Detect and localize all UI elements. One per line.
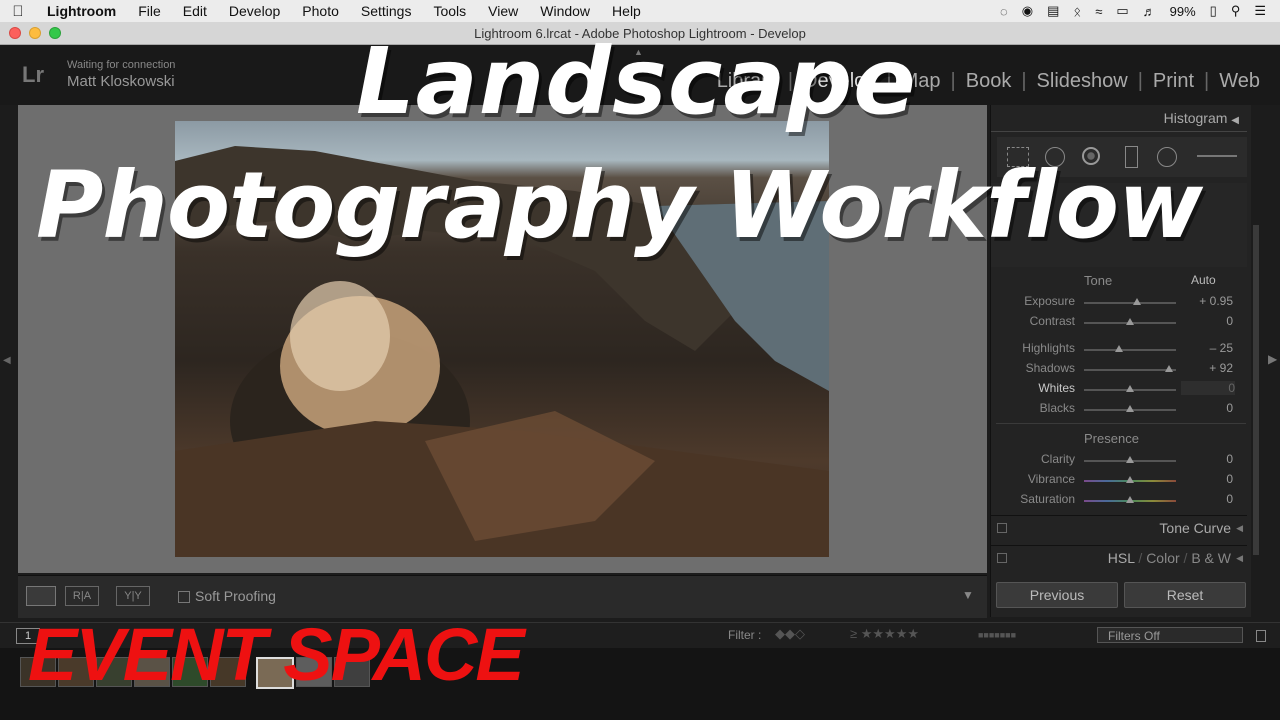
slider-label-clarity: Clarity xyxy=(1040,452,1075,466)
slider-track-highlights[interactable] xyxy=(1084,349,1176,351)
menu-view[interactable]: View xyxy=(477,3,529,19)
tone-section-title: Tone xyxy=(1084,273,1113,288)
slider-label-blacks: Blacks xyxy=(1039,401,1075,415)
wifi-icon[interactable]: ≈ xyxy=(1095,4,1102,19)
flag-filter-icons[interactable]: ◆◆◇ xyxy=(775,626,805,642)
reset-button[interactable]: Reset xyxy=(1124,582,1246,608)
loupe-view-icon[interactable] xyxy=(26,586,56,606)
slider-label-whites: Whites xyxy=(1038,381,1075,395)
module-book[interactable]: Book xyxy=(958,70,1020,93)
sync-icon[interactable]: ◌ xyxy=(1000,4,1008,19)
menu-tools[interactable]: Tools xyxy=(422,3,477,19)
menu-file[interactable]: File xyxy=(127,3,172,19)
adjustment-brush-icon[interactable] xyxy=(1197,155,1237,157)
presence-section-title: Presence xyxy=(1084,431,1139,446)
menu-app-name[interactable]: Lightroom xyxy=(36,3,127,19)
overlay-title-line1: Landscape xyxy=(356,28,917,135)
slider-value-vibrance[interactable]: 0 xyxy=(1189,472,1233,486)
airplay-icon[interactable]: ▭ xyxy=(1116,3,1128,19)
slider-value-saturation[interactable]: 0 xyxy=(1189,492,1233,506)
user-name: Matt Kloskowski xyxy=(67,73,175,90)
battery-icon[interactable]: ▯ xyxy=(1210,3,1217,19)
panel-scrollbar[interactable] xyxy=(1253,225,1259,555)
slider-label-highlights: Highlights xyxy=(1022,341,1075,355)
slider-thumb-shadows[interactable] xyxy=(1164,365,1173,372)
right-panel-toggle-icon[interactable]: ▶ xyxy=(1268,352,1277,366)
slider-label-vibrance: Vibrance xyxy=(1027,472,1075,486)
menu-develop[interactable]: Develop xyxy=(218,3,291,19)
slider-thumb-clarity[interactable] xyxy=(1126,456,1134,463)
slider-track-exposure[interactable] xyxy=(1084,302,1176,304)
filters-off-dropdown[interactable]: Filters Off xyxy=(1097,627,1243,643)
before-after-tb-icon[interactable]: Y|Y xyxy=(116,586,150,606)
slider-label-shadows: Shadows xyxy=(1025,361,1075,375)
color-tab[interactable]: Color xyxy=(1146,550,1179,566)
collapse-arrow-icon: ◀ xyxy=(1231,115,1239,126)
slider-thumb-blacks[interactable] xyxy=(1126,405,1134,412)
slider-thumb-vibrance[interactable] xyxy=(1126,476,1134,483)
slider-value-exposure[interactable]: + 0.95 xyxy=(1189,294,1233,308)
filter-label: Filter : xyxy=(728,628,762,642)
before-after-lr-icon[interactable]: R|A xyxy=(65,586,99,606)
rating-filter-stars-icon[interactable]: ≥ ★★★★★ xyxy=(850,626,919,642)
slider-label-exposure: Exposure xyxy=(1024,294,1075,308)
tone-curve-arrow-icon: ◀ xyxy=(1236,523,1243,533)
volume-icon[interactable]: ♬ xyxy=(1143,4,1156,19)
display-icon[interactable]: ▤ xyxy=(1047,3,1059,19)
toolbar-options-chevron-icon[interactable]: ▼ xyxy=(962,588,974,602)
apple-icon[interactable]:  xyxy=(0,3,36,20)
slider-thumb-exposure[interactable] xyxy=(1133,298,1142,305)
slider-value-whites[interactable]: 0 xyxy=(1181,381,1235,395)
bluetooth-icon[interactable]: ᛟ xyxy=(1073,4,1081,19)
slider-value-clarity[interactable]: 0 xyxy=(1189,452,1233,466)
menu-edit[interactable]: Edit xyxy=(172,3,218,19)
spotlight-search-icon[interactable]: ⚲ xyxy=(1231,3,1241,19)
lightroom-logo: Lr xyxy=(22,62,44,87)
slider-value-shadows[interactable]: + 92 xyxy=(1189,361,1233,375)
slider-value-blacks[interactable]: 0 xyxy=(1189,401,1233,415)
hsl-header: HSL / Color / B & W xyxy=(1107,550,1231,566)
hsl-tab[interactable]: HSL xyxy=(1108,550,1135,566)
soft-proofing-label: Soft Proofing xyxy=(195,588,276,604)
slider-thumb-whites[interactable] xyxy=(1126,385,1134,392)
event-space-logo: EVENT SPACE xyxy=(28,613,525,696)
previous-button[interactable]: Previous xyxy=(996,582,1118,608)
tone-curve-toggle-icon[interactable] xyxy=(997,523,1007,533)
tone-curve-header[interactable]: Tone Curve xyxy=(1159,520,1231,536)
soft-proofing-checkbox[interactable] xyxy=(178,591,190,603)
histogram-header[interactable]: Histogram ◀ xyxy=(1164,110,1239,126)
menu-photo[interactable]: Photo xyxy=(291,3,350,19)
notification-center-icon[interactable]: ☰ xyxy=(1254,3,1266,19)
auto-tone-button[interactable]: Auto xyxy=(1191,273,1216,287)
slider-track-shadows[interactable] xyxy=(1084,369,1176,371)
creative-cloud-icon[interactable]: ◉ xyxy=(1022,3,1033,19)
menu-settings[interactable]: Settings xyxy=(350,3,423,19)
hsl-toggle-icon[interactable] xyxy=(997,553,1007,563)
status-area: ◌ ◉ ▤ ᛟ ≈ ▭ ♬ 99% ▯ ⚲ ☰ xyxy=(1000,3,1280,19)
histogram-label: Histogram xyxy=(1163,110,1228,126)
connection-status: Waiting for connection xyxy=(67,59,176,71)
filter-lock-icon[interactable] xyxy=(1256,630,1266,642)
slider-value-contrast[interactable]: 0 xyxy=(1189,314,1233,328)
slider-thumb-highlights[interactable] xyxy=(1114,345,1123,352)
slider-value-highlights[interactable]: – 25 xyxy=(1189,341,1233,355)
module-print[interactable]: Print xyxy=(1145,70,1202,93)
slider-label-contrast: Contrast xyxy=(1029,314,1075,328)
bw-tab[interactable]: B & W xyxy=(1191,550,1231,566)
menu-window[interactable]: Window xyxy=(529,3,601,19)
hsl-arrow-icon: ◀ xyxy=(1236,553,1243,563)
left-panel-toggle-icon[interactable]: ◀ xyxy=(3,355,11,366)
color-label-filter-icons[interactable]: ■■■■■■■ xyxy=(978,630,1016,640)
module-slideshow[interactable]: Slideshow xyxy=(1029,70,1136,93)
slider-thumb-contrast[interactable] xyxy=(1126,318,1134,325)
slider-thumb-saturation[interactable] xyxy=(1126,496,1134,503)
overlay-title-line2: Photography Workflow xyxy=(36,152,1203,259)
mac-menu-bar:  Lightroom File Edit Develop Photo Sett… xyxy=(0,0,1280,22)
module-web[interactable]: Web xyxy=(1211,70,1268,93)
menu-help[interactable]: Help xyxy=(601,3,652,19)
slider-label-saturation: Saturation xyxy=(1020,492,1075,506)
battery-percent: 99% xyxy=(1169,3,1196,19)
